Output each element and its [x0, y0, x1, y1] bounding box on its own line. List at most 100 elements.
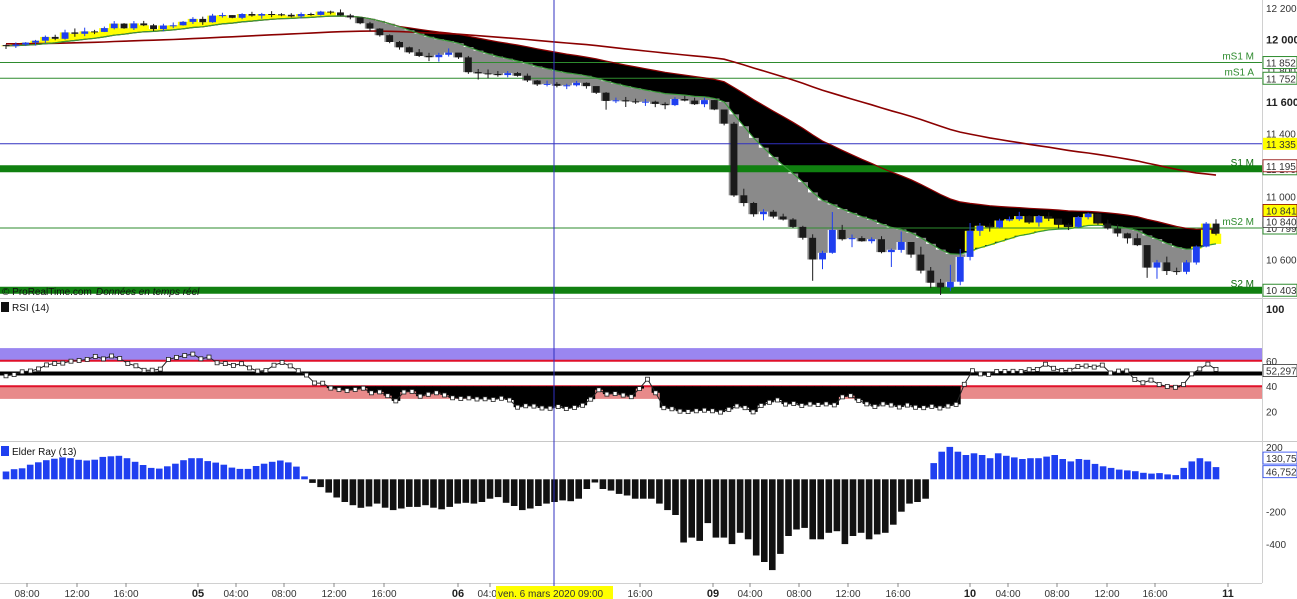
elder-bar[interactable]: [236, 468, 244, 480]
elder-bar[interactable]: [559, 479, 566, 501]
elder-bar[interactable]: [325, 479, 332, 493]
candle[interactable]: [1202, 222, 1210, 248]
elder-bar[interactable]: [704, 479, 712, 524]
candle[interactable]: [120, 23, 128, 29]
elder-bar[interactable]: [656, 479, 663, 504]
elder-bar[interactable]: [486, 479, 494, 499]
elder-bar[interactable]: [1132, 471, 1139, 480]
elder-bar[interactable]: [986, 458, 994, 480]
elder-bar[interactable]: [115, 455, 123, 480]
elder-bar[interactable]: [1148, 473, 1155, 480]
rsi-panel[interactable]: [0, 300, 1262, 440]
elder-bar[interactable]: [365, 479, 373, 507]
elder-bar[interactable]: [575, 479, 582, 499]
elder-bar[interactable]: [75, 459, 82, 480]
elder-bar[interactable]: [744, 479, 752, 540]
elder-bar[interactable]: [220, 464, 228, 480]
elder-bar[interactable]: [422, 479, 429, 506]
elder-bar[interactable]: [946, 446, 954, 480]
elder-bar[interactable]: [954, 451, 962, 480]
elder-bar[interactable]: [147, 467, 155, 480]
elder-bar[interactable]: [1059, 459, 1066, 480]
elder-bar[interactable]: [1204, 461, 1212, 480]
elder-bar[interactable]: [1067, 461, 1075, 480]
elder-bar[interactable]: [446, 479, 453, 507]
elder-bar[interactable]: [801, 479, 808, 528]
elder-bar[interactable]: [478, 479, 486, 502]
candle[interactable]: [730, 121, 738, 197]
elder-bar[interactable]: [123, 458, 131, 480]
elder-bar[interactable]: [615, 479, 623, 494]
elder-bar[interactable]: [1140, 472, 1147, 480]
elder-bar[interactable]: [438, 479, 445, 510]
candle[interactable]: [720, 109, 728, 126]
elder-bar[interactable]: [785, 479, 792, 536]
elder-bar[interactable]: [680, 479, 687, 543]
elder-bar[interactable]: [761, 479, 768, 562]
candle[interactable]: [710, 99, 718, 111]
elder-bar[interactable]: [607, 479, 615, 491]
elder-bar[interactable]: [164, 466, 171, 480]
elder-bar[interactable]: [1107, 467, 1115, 480]
candle[interactable]: [1192, 245, 1200, 265]
elder-bar[interactable]: [543, 479, 550, 504]
elder-bar[interactable]: [1156, 473, 1163, 480]
elder-bar[interactable]: [277, 460, 284, 480]
elder-bar[interactable]: [35, 462, 42, 480]
elder-bar[interactable]: [252, 466, 260, 480]
elder-bar[interactable]: [43, 460, 50, 480]
elder-bar[interactable]: [1115, 469, 1123, 480]
elder-bar[interactable]: [1027, 458, 1034, 480]
elder-bar[interactable]: [1196, 458, 1204, 480]
elder-bar[interactable]: [1003, 455, 1010, 480]
elder-bar[interactable]: [301, 476, 308, 480]
elder-bar[interactable]: [26, 464, 34, 480]
elder-bar[interactable]: [381, 479, 389, 508]
elder-bar[interactable]: [196, 458, 203, 480]
elder-bar[interactable]: [752, 479, 760, 556]
elder-bar[interactable]: [1051, 455, 1058, 480]
elder-bar[interactable]: [349, 479, 357, 506]
elder-bar[interactable]: [156, 468, 163, 480]
elder-bar[interactable]: [688, 479, 695, 538]
candle[interactable]: [1094, 213, 1102, 225]
elder-bar[interactable]: [631, 479, 639, 499]
elder-bar[interactable]: [898, 479, 905, 512]
elder-bar[interactable]: [188, 458, 195, 480]
elder-bar[interactable]: [389, 479, 397, 511]
candle[interactable]: [464, 55, 472, 74]
elder-bar[interactable]: [180, 460, 187, 480]
elder-bar[interactable]: [825, 479, 833, 533]
elder-bar[interactable]: [317, 479, 324, 488]
elder-bar[interactable]: [1043, 456, 1050, 480]
elder-bar[interactable]: [728, 479, 736, 545]
elder-bar[interactable]: [51, 458, 58, 480]
rsi-title[interactable]: RSI (14): [12, 303, 49, 314]
elder-bar[interactable]: [212, 462, 219, 480]
elder-bar[interactable]: [527, 479, 534, 509]
elder-bar[interactable]: [454, 479, 461, 504]
elder-bar[interactable]: [10, 469, 18, 480]
elder-bar[interactable]: [1075, 459, 1083, 480]
elder-bar[interactable]: [583, 479, 591, 489]
candle[interactable]: [228, 15, 236, 19]
elder-bar[interactable]: [736, 479, 744, 533]
elder-bar[interactable]: [268, 461, 276, 480]
elder-bar[interactable]: [640, 479, 647, 499]
elder-bar[interactable]: [994, 453, 1002, 480]
elder-bar[interactable]: [430, 479, 437, 508]
elder-bar[interactable]: [398, 479, 405, 509]
elder-title[interactable]: Elder Ray (13): [12, 447, 76, 458]
elder-bar[interactable]: [1180, 467, 1187, 480]
elder-bar[interactable]: [293, 466, 300, 480]
elder-bar[interactable]: [139, 465, 147, 480]
elder-bar[interactable]: [769, 479, 776, 571]
elder-bar[interactable]: [1099, 466, 1107, 480]
elder-bar[interactable]: [131, 461, 139, 480]
elder-bar[interactable]: [91, 459, 98, 480]
elder-bar[interactable]: [309, 479, 316, 483]
elder-bar[interactable]: [648, 479, 655, 499]
price-panel[interactable]: [0, 0, 1262, 297]
elder-bar[interactable]: [519, 479, 526, 511]
elder-bar[interactable]: [494, 479, 502, 498]
